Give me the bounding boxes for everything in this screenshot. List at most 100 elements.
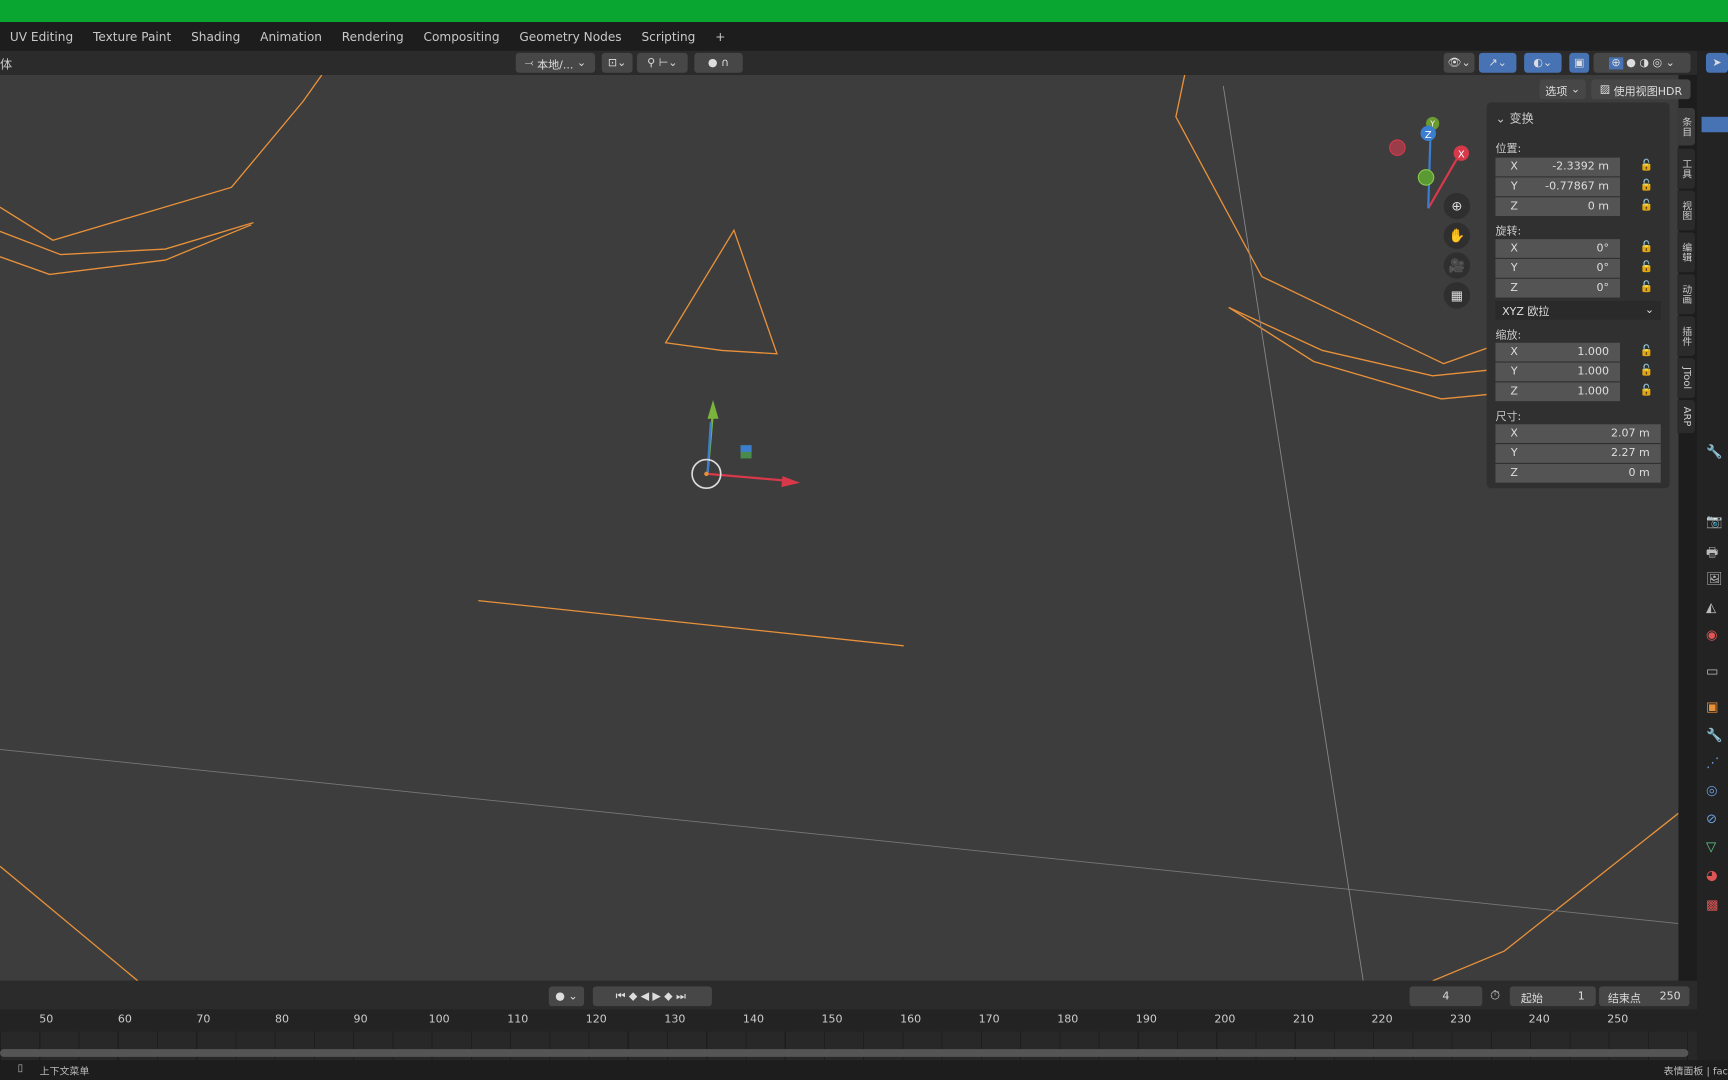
lock-icon[interactable]: 🔓 — [1640, 345, 1654, 357]
tab-texture-paint[interactable]: Texture Paint — [83, 29, 181, 43]
rotation-y-field[interactable]: Y 0° — [1495, 258, 1620, 278]
hand-pan-icon[interactable]: ✋ — [1443, 222, 1471, 250]
sidebar-tab[interactable]: ARP — [1677, 400, 1695, 434]
scale-y-field[interactable]: Y 1.000 — [1495, 362, 1620, 382]
tool-settings-icon[interactable]: 🔧 — [1706, 444, 1722, 459]
scale-x-field[interactable]: X 1.000 — [1495, 342, 1620, 362]
gizmo-y-label: Y — [1429, 120, 1435, 129]
wireframe-icon[interactable]: ⊕ — [1609, 56, 1623, 69]
timeline-tick-label: 70 — [196, 1013, 211, 1026]
snap-dropdown[interactable]: ⚲ ⊢⌄ — [636, 52, 688, 73]
pivot-point-dropdown[interactable]: ⊡⌄ — [601, 52, 633, 73]
sidebar-tab[interactable]: JTool — [1677, 358, 1695, 398]
rotation-z-field[interactable]: Z 0° — [1495, 278, 1620, 298]
camera-icon[interactable]: 🎥 — [1443, 252, 1471, 279]
hdr-toggle[interactable]: ▨ 使用视图HDR — [1591, 79, 1691, 100]
particles-icon[interactable]: ⋰ — [1706, 755, 1719, 770]
status-bar: ▯ 上下文菜单 表情面板 | fac — [0, 1060, 1728, 1080]
viewport-header: 体 ⤙ 本地/... ⌄ ⊡⌄ ⚲ ⊢⌄ ● ∩ 👁⌄ ↗⌄ ◐⌄ ▣ ⊕ ● … — [0, 50, 1698, 75]
dimensions-z-field[interactable]: Z 0 m — [1495, 463, 1661, 483]
rotation-x-field[interactable]: X 0° — [1495, 239, 1620, 258]
scene-icon[interactable]: ◭ — [1706, 600, 1716, 615]
proportional-edit[interactable]: ● ∩ — [694, 52, 743, 73]
timeline-tick-label: 250 — [1607, 1013, 1629, 1026]
options-dropdown[interactable]: 选项 ⌄ — [1539, 79, 1586, 100]
lock-icon[interactable]: 🔓 — [1640, 385, 1654, 397]
view-layer-icon[interactable]: 🖼 — [1706, 571, 1723, 586]
field-value: 2.07 m — [1610, 427, 1650, 440]
tab-geometry-nodes[interactable]: Geometry Nodes — [509, 29, 631, 43]
auto-keying-toggle[interactable]: ● ⌄ — [548, 986, 585, 1007]
lock-icon[interactable]: 🔓 — [1640, 281, 1654, 293]
output-icon[interactable]: 🖶 — [1706, 542, 1718, 565]
shading-modes[interactable]: ⊕ ● ◑ ◎ ⌄ — [1593, 52, 1691, 73]
texture-icon[interactable]: ▩ — [1706, 897, 1719, 912]
tab-compositing[interactable]: Compositing — [414, 29, 510, 43]
sidebar-tab[interactable]: 插件 — [1677, 316, 1695, 356]
timeline-scrollbar[interactable] — [0, 1049, 1689, 1057]
gizmo-toggle[interactable]: ↗⌄ — [1478, 52, 1517, 73]
lock-icon[interactable]: 🔓 — [1640, 241, 1654, 253]
lock-icon[interactable]: 🔓 — [1640, 261, 1654, 273]
tab-uv-editing[interactable]: UV Editing — [0, 29, 83, 43]
stopwatch-icon[interactable]: ⏱ — [1490, 987, 1500, 1004]
options-label: 选项 — [1545, 85, 1568, 98]
lock-icon[interactable]: 🔓 — [1640, 199, 1654, 211]
timeline-ruler[interactable]: 50 60 70 80 90 100 110 120 130 140 150 160 170 180 190… — [0, 1009, 1698, 1032]
xray-toggle[interactable]: ▣ — [1569, 52, 1590, 73]
sidebar-tab[interactable]: 工具 — [1677, 148, 1695, 189]
timeline-tick-label: 220 — [1371, 1013, 1393, 1026]
dimensions-x-field[interactable]: X 2.07 m — [1495, 424, 1661, 444]
select-tool-icon[interactable]: ➤ — [1705, 52, 1728, 73]
constraints-icon[interactable]: ⊘ — [1706, 811, 1717, 826]
playback-controls[interactable]: ⏮◆◀▶◆⏭ — [592, 986, 712, 1007]
tab-shading[interactable]: Shading — [181, 29, 250, 43]
panel-title[interactable]: ⌄ 变换 — [1495, 109, 1533, 127]
sidebar-tab[interactable]: 动画 — [1677, 274, 1695, 315]
timeline-tick-label: 130 — [664, 1013, 686, 1026]
status-context-menu: 上下文菜单 — [39, 1066, 90, 1078]
location-y-field[interactable]: Y -0.77867 m — [1495, 177, 1620, 197]
field-value: -2.3392 m — [1552, 160, 1609, 174]
overlay-toggle[interactable]: ◐⌄ — [1524, 52, 1562, 73]
3d-viewport[interactable]: Z X Y ⊕ ✋ 🎥 ▦ — [0, 74, 1679, 981]
transform-orientation-dropdown[interactable]: ⤙ 本地/... ⌄ — [515, 52, 596, 73]
timeline-tick-label: 50 — [39, 1013, 54, 1026]
end-frame-field[interactable]: 结束点 250 — [1599, 986, 1690, 1007]
physics-icon[interactable]: ◎ — [1706, 782, 1718, 797]
tab-animation[interactable]: Animation — [250, 29, 332, 43]
hdr-label: 使用视图HDR — [1613, 85, 1683, 98]
start-frame-field[interactable]: 起始 1 — [1509, 986, 1596, 1007]
location-z-field[interactable]: Z 0 m — [1495, 197, 1620, 216]
sidebar-tab[interactable]: 视图 — [1677, 190, 1695, 231]
lock-icon[interactable]: 🔓 — [1640, 180, 1654, 192]
render-icon[interactable]: 📷 — [1706, 514, 1722, 529]
data-icon[interactable]: ▽ — [1706, 839, 1716, 854]
collection-icon[interactable]: ▭ — [1706, 663, 1719, 678]
visibility-dropdown[interactable]: 👁⌄ — [1443, 52, 1475, 73]
outliner-selected-row[interactable] — [1701, 116, 1728, 133]
zoom-icon[interactable]: ⊕ — [1443, 192, 1471, 220]
current-frame-field[interactable]: 4 — [1409, 986, 1483, 1007]
rotation-mode-dropdown[interactable]: XYZ 欧拉 ⌄ — [1495, 300, 1661, 320]
field-value: 2.27 m — [1610, 447, 1650, 460]
lock-icon[interactable]: 🔓 — [1640, 160, 1654, 172]
axis-label: X — [1510, 427, 1518, 440]
scale-z-field[interactable]: Z 1.000 — [1495, 382, 1620, 402]
tab-scripting[interactable]: Scripting — [632, 29, 706, 43]
rotation-label: 旋转: — [1495, 225, 1522, 239]
tab-rendering[interactable]: Rendering — [332, 29, 414, 43]
material-icon[interactable]: ◕ — [1706, 867, 1718, 882]
dimensions-label: 尺寸: — [1495, 411, 1522, 424]
lock-icon[interactable]: 🔓 — [1640, 365, 1654, 377]
dimensions-y-field[interactable]: Y 2.27 m — [1495, 444, 1661, 463]
modifier-wrench-icon[interactable]: 🔧 — [1706, 727, 1722, 742]
sidebar-tab[interactable]: 条目 — [1677, 107, 1695, 146]
location-x-field[interactable]: X -2.3392 m — [1495, 157, 1620, 177]
timeline-tick-label: 210 — [1292, 1013, 1315, 1026]
grid-perspective-icon[interactable]: ▦ — [1443, 282, 1471, 309]
sidebar-tab[interactable]: 编辑 — [1677, 232, 1695, 273]
add-workspace-button[interactable]: + — [705, 29, 735, 43]
world-icon[interactable]: ◉ — [1706, 627, 1718, 642]
object-icon[interactable]: ▣ — [1706, 699, 1719, 714]
